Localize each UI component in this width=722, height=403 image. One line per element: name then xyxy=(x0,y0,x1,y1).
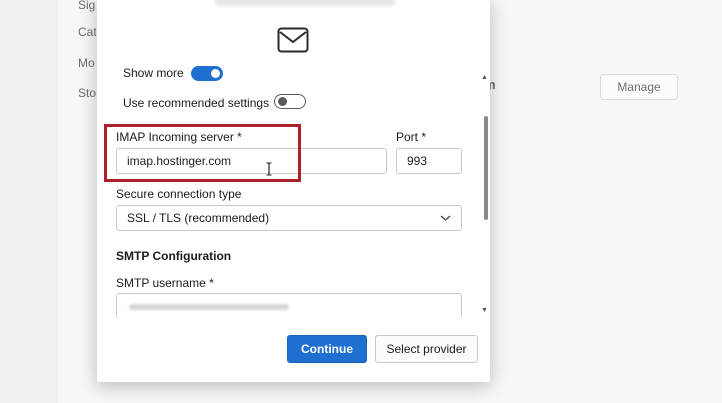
smtp-username-input[interactable] xyxy=(116,293,462,318)
secure-connection-value: SSL / TLS (recommended) xyxy=(127,211,270,225)
continue-button[interactable]: Continue xyxy=(287,335,367,363)
secure-connection-select[interactable]: SSL / TLS (recommended) xyxy=(116,205,462,231)
mail-icon xyxy=(277,27,309,53)
smtp-username-label: SMTP username * xyxy=(116,276,214,290)
account-email-blurred xyxy=(215,0,395,6)
dialog-scrollbar-thumb[interactable] xyxy=(484,116,488,220)
scroll-down-icon[interactable]: ▼ xyxy=(481,307,488,314)
smtp-section-title: SMTP Configuration xyxy=(116,249,232,263)
settings-scroll-area[interactable]: Show more Use recommended settings IMAP … xyxy=(97,64,490,318)
select-provider-button[interactable]: Select provider xyxy=(375,335,478,363)
text-cursor-icon xyxy=(266,162,272,176)
port-label: Port * xyxy=(396,130,427,144)
recommended-settings-label: Use recommended settings xyxy=(123,96,270,110)
port-input[interactable] xyxy=(396,148,462,174)
scroll-up-icon[interactable]: ▲ xyxy=(481,74,488,81)
show-more-toggle[interactable] xyxy=(191,66,223,81)
chevron-down-icon xyxy=(440,215,451,221)
add-account-dialog: Show more Use recommended settings IMAP … xyxy=(97,0,490,382)
smtp-username-blurred xyxy=(129,304,289,310)
secure-connection-label: Secure connection type xyxy=(116,187,242,201)
show-more-label: Show more xyxy=(123,66,184,80)
recommended-settings-toggle[interactable] xyxy=(274,94,306,109)
